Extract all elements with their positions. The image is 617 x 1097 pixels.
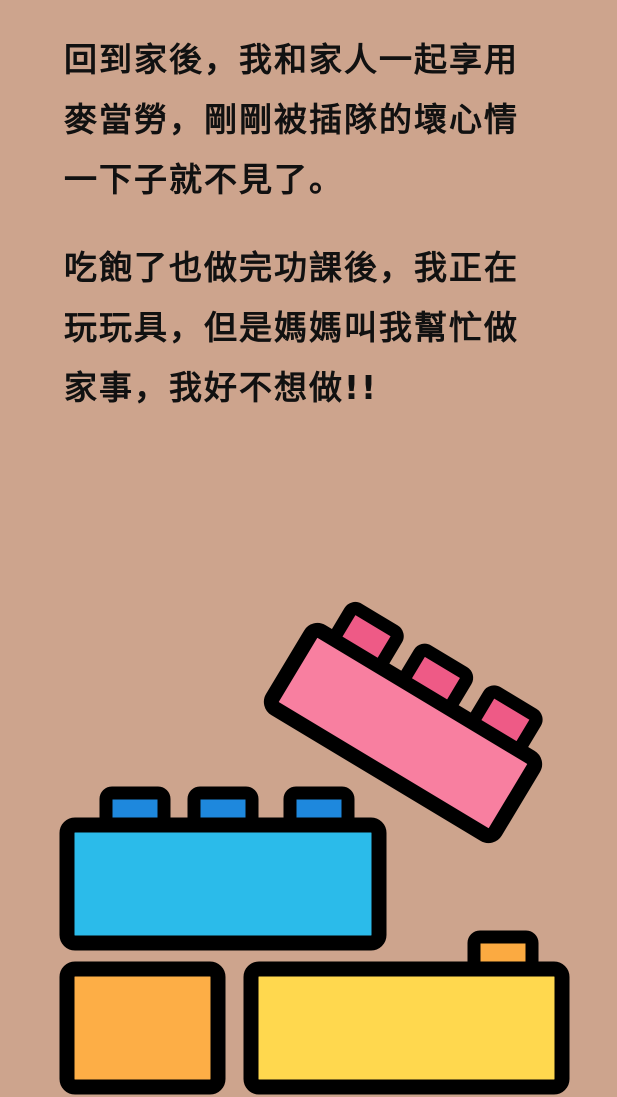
lego-brick-yellow-icon — [243, 930, 570, 1095]
lego-blocks-illustration — [59, 601, 570, 1095]
lego-brick-blue-icon — [59, 786, 387, 951]
lego-brick-orange-icon — [59, 961, 226, 1095]
